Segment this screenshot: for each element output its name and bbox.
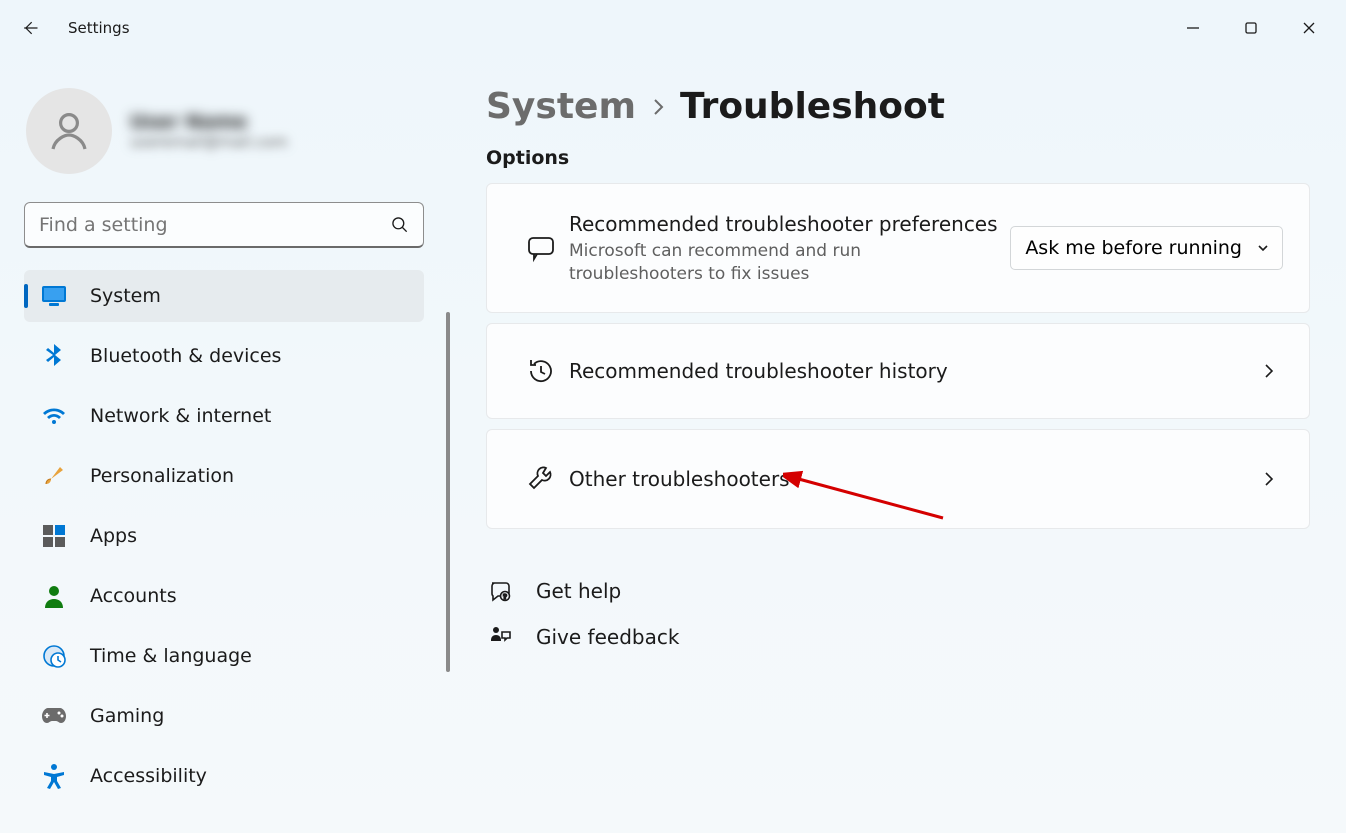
nav: System Bluetooth & devices Network & int…: [24, 270, 424, 802]
chevron-down-icon: [1256, 241, 1270, 255]
nav-label: Accessibility: [90, 765, 207, 787]
brush-icon: [40, 462, 68, 490]
footer-link-text: Get help: [536, 579, 621, 603]
gamepad-icon: [40, 702, 68, 730]
section-title: Options: [486, 147, 1310, 169]
close-button[interactable]: [1280, 8, 1338, 48]
footer-link-text: Give feedback: [536, 625, 679, 649]
sidebar: User Name useremail@mail.com System B: [0, 56, 446, 833]
nav-label: Bluetooth & devices: [90, 345, 281, 367]
nav-accessibility[interactable]: Accessibility: [24, 750, 424, 802]
nav-network[interactable]: Network & internet: [24, 390, 424, 442]
history-icon: [513, 356, 569, 386]
card-troubleshooter-history[interactable]: Recommended troubleshooter history: [486, 323, 1310, 419]
titlebar: Settings: [0, 0, 1346, 56]
nav-apps[interactable]: Apps: [24, 510, 424, 562]
profile-email: useremail@mail.com: [130, 133, 288, 151]
get-help-link[interactable]: ? Get help: [486, 579, 1310, 603]
feedback-icon: [486, 625, 514, 649]
nav-label: Accounts: [90, 585, 177, 607]
accessibility-icon: [40, 762, 68, 790]
system-icon: [40, 282, 68, 310]
dropdown-value: Ask me before running: [1025, 237, 1242, 259]
nav-bluetooth[interactable]: Bluetooth & devices: [24, 330, 424, 382]
apps-icon: [40, 522, 68, 550]
chevron-right-icon: [1255, 469, 1283, 489]
nav-label: Network & internet: [90, 405, 271, 427]
nav-personalization[interactable]: Personalization: [24, 450, 424, 502]
back-button[interactable]: [10, 8, 50, 48]
profile-name: User Name: [130, 111, 288, 133]
chevron-right-icon: [1255, 361, 1283, 381]
breadcrumb-parent[interactable]: System: [486, 86, 636, 127]
nav-gaming[interactable]: Gaming: [24, 690, 424, 742]
card-other-troubleshooters[interactable]: Other troubleshooters: [486, 429, 1310, 529]
maximize-button[interactable]: [1222, 8, 1280, 48]
pref-dropdown[interactable]: Ask me before running: [1010, 226, 1283, 270]
card-title: Other troubleshooters: [569, 465, 790, 493]
avatar: [26, 88, 112, 174]
search-icon: [390, 202, 410, 248]
wrench-icon: [513, 464, 569, 494]
nav-label: Gaming: [90, 705, 164, 727]
search-wrap: [24, 202, 424, 248]
main-content: System Troubleshoot Options Recommended …: [446, 56, 1346, 833]
breadcrumb: System Troubleshoot: [486, 86, 1310, 127]
footer-links: ? Get help Give feedback: [486, 579, 1310, 649]
card-troubleshooter-preferences: Recommended troubleshooter preferences M…: [486, 183, 1310, 313]
breadcrumb-current: Troubleshoot: [680, 86, 945, 127]
accounts-icon: [40, 582, 68, 610]
nav-label: Personalization: [90, 465, 234, 487]
card-title: Recommended troubleshooter history: [569, 357, 948, 385]
card-subtitle: Microsoft can recommend and run troubles…: [569, 240, 969, 286]
give-feedback-link[interactable]: Give feedback: [486, 625, 1310, 649]
card-title: Recommended troubleshooter preferences: [569, 210, 998, 238]
profile-block[interactable]: User Name useremail@mail.com: [26, 88, 424, 174]
nav-system[interactable]: System: [24, 270, 424, 322]
chevron-right-icon: [650, 96, 666, 118]
help-icon: ?: [486, 579, 514, 603]
svg-text:?: ?: [503, 593, 507, 601]
nav-time[interactable]: Time & language: [24, 630, 424, 682]
chat-icon: [513, 233, 569, 263]
clock-globe-icon: [40, 642, 68, 670]
nav-accounts[interactable]: Accounts: [24, 570, 424, 622]
sidebar-scrollbar[interactable]: [446, 312, 450, 672]
search-input[interactable]: [24, 202, 424, 248]
window-title: Settings: [68, 19, 130, 37]
nav-label: System: [90, 285, 161, 307]
minimize-button[interactable]: [1164, 8, 1222, 48]
bluetooth-icon: [40, 342, 68, 370]
nav-label: Apps: [90, 525, 137, 547]
wifi-icon: [40, 402, 68, 430]
nav-label: Time & language: [90, 645, 252, 667]
annotation-arrow: [783, 470, 963, 530]
